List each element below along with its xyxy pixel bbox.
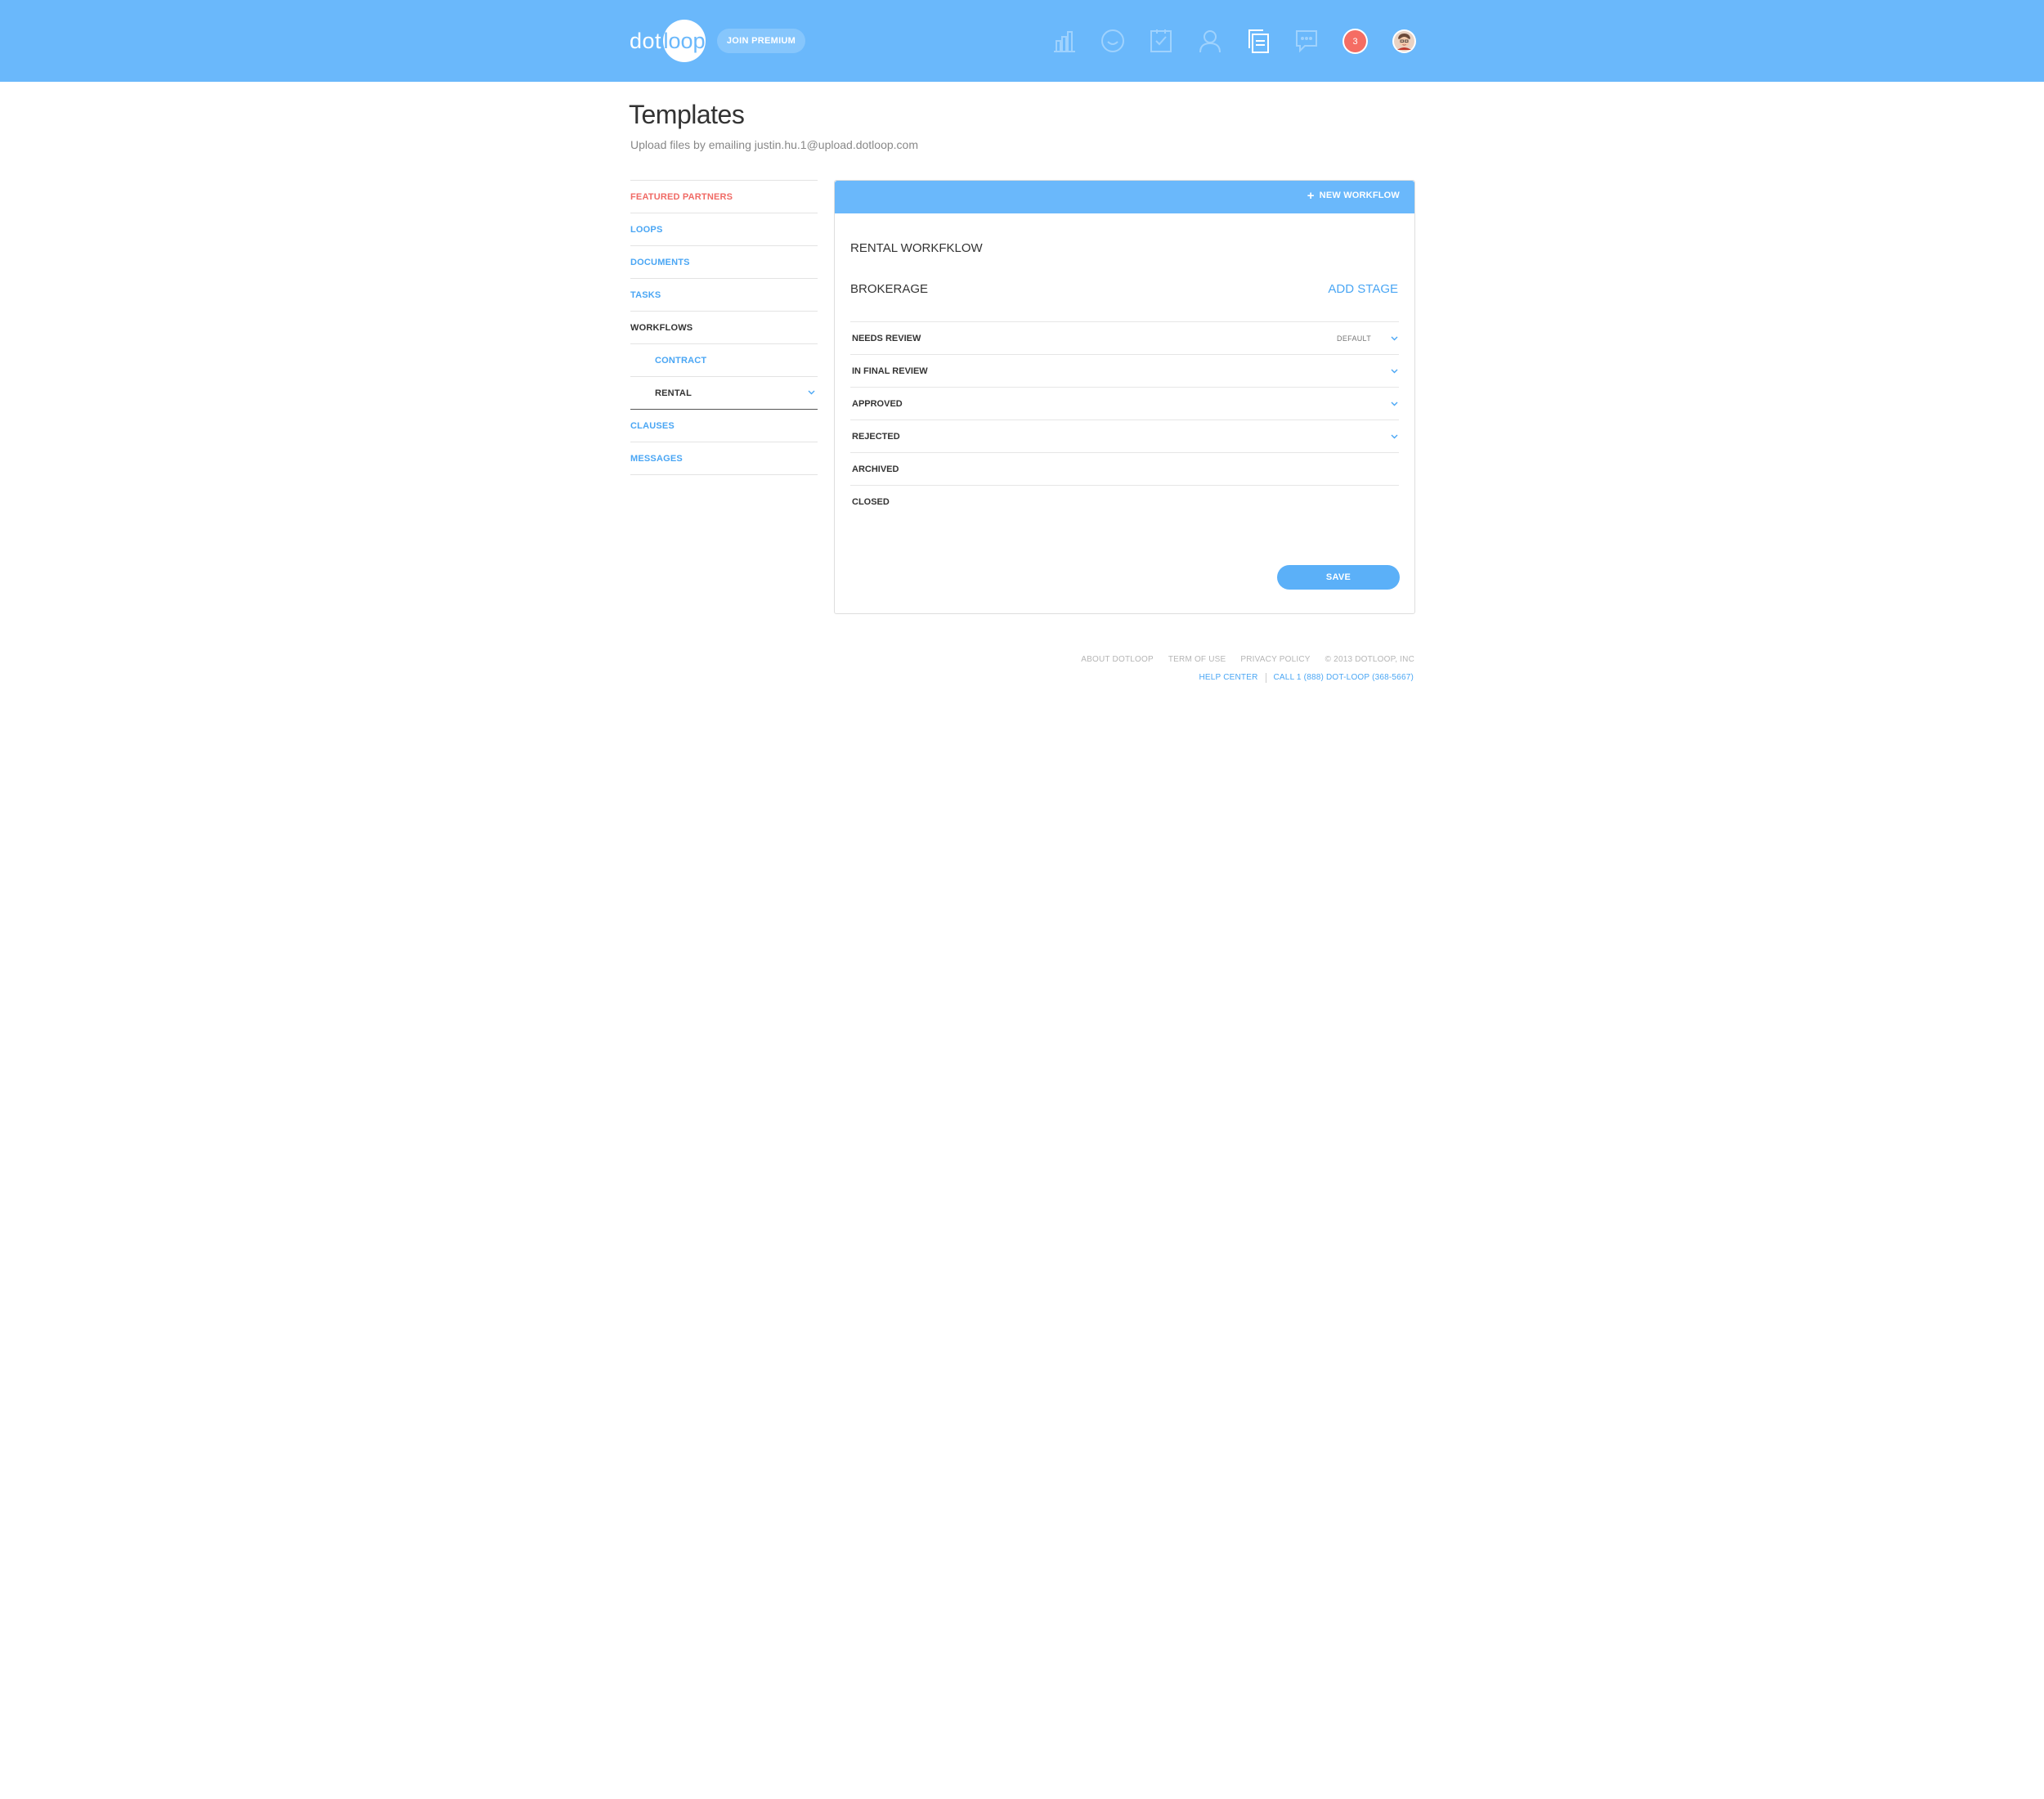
footer-help-center-link[interactable]: HELP CENTER xyxy=(1199,673,1257,683)
footer-terms-link[interactable]: TERM OF USE xyxy=(1168,655,1226,664)
save-button[interactable]: SAVE xyxy=(1277,565,1400,590)
stage-list: NEEDS REVIEW DEFAULT IN FINAL REVIEW APP… xyxy=(850,321,1399,518)
footer-about-link[interactable]: ABOUT DOTLOOP xyxy=(1081,655,1154,664)
stage-row[interactable]: IN FINAL REVIEW xyxy=(850,355,1399,388)
person-icon[interactable] xyxy=(1194,25,1226,57)
stage-label: ARCHIVED xyxy=(852,464,899,474)
add-stage-link[interactable]: ADD STAGE xyxy=(1328,282,1398,296)
avatar-face-icon xyxy=(1394,31,1414,52)
footer-support: HELP CENTER CALL 1 (888) DOT-LOOP (368-5… xyxy=(1199,673,1414,683)
footer-links: ABOUT DOTLOOP TERM OF USE PRIVACY POLICY… xyxy=(1081,655,1414,664)
chevron-down-icon[interactable] xyxy=(1390,399,1399,408)
sidebar-item-loops[interactable]: LOOPS xyxy=(630,213,818,246)
documents-icon[interactable] xyxy=(1242,25,1275,57)
footer-privacy-link[interactable]: PRIVACY POLICY xyxy=(1240,655,1310,664)
sidebar-item-clauses[interactable]: CLAUSES xyxy=(630,410,818,442)
stage-label: NEEDS REVIEW xyxy=(852,333,921,343)
footer-copyright: © 2013 DOTLOOP, INC xyxy=(1325,655,1414,664)
stage-label: IN FINAL REVIEW xyxy=(852,366,928,376)
chat-icon[interactable] xyxy=(1290,25,1323,57)
workflow-title: RENTAL WORKFKLOW xyxy=(850,241,983,255)
sidebar-item-documents[interactable]: DOCUMENTS xyxy=(630,246,818,279)
sidebar-item-tasks[interactable]: TASKS xyxy=(630,279,818,312)
sidebar-subitem-contract[interactable]: CONTRACT xyxy=(630,344,818,377)
new-workflow-label: NEW WORKFLOW xyxy=(1319,191,1400,200)
sidebar-subitem-rental-label: RENTAL xyxy=(655,388,692,398)
stage-row[interactable]: APPROVED xyxy=(850,388,1399,420)
stage-row[interactable]: CLOSED xyxy=(850,486,1399,518)
avatar[interactable] xyxy=(1392,29,1416,53)
logo-circle: loop xyxy=(663,20,706,62)
new-workflow-button[interactable]: + NEW WORKFLOW xyxy=(1307,188,1400,203)
logo-text-loop: loop xyxy=(663,28,706,53)
chart-icon[interactable] xyxy=(1048,25,1081,57)
sidebar-subitem-rental[interactable]: RENTAL xyxy=(630,377,818,410)
sidebar-item-featured-partners[interactable]: FEATURED PARTNERS xyxy=(630,181,818,213)
stage-row[interactable]: ARCHIVED xyxy=(850,453,1399,486)
task-check-icon[interactable] xyxy=(1145,25,1177,57)
section-title-brokerage: BROKERAGE xyxy=(850,282,929,296)
panel-header: + NEW WORKFLOW xyxy=(835,181,1414,213)
sidebar-item-workflows[interactable]: WORKFLOWS xyxy=(630,312,818,344)
chevron-down-icon[interactable] xyxy=(1390,366,1399,375)
chevron-down-icon[interactable] xyxy=(1390,432,1399,441)
stage-row[interactable]: REJECTED xyxy=(850,420,1399,453)
footer-phone-link[interactable]: CALL 1 (888) DOT-LOOP (368-5667) xyxy=(1274,673,1414,683)
notification-badge[interactable]: 3 xyxy=(1344,30,1366,52)
page-title: Templates xyxy=(629,100,745,129)
chevron-down-icon[interactable] xyxy=(1390,334,1399,343)
workflow-panel: + NEW WORKFLOW RENTAL WORKFKLOW BROKERAG… xyxy=(834,180,1415,614)
chevron-down-icon[interactable] xyxy=(807,388,816,397)
stage-label: REJECTED xyxy=(852,431,900,442)
join-premium-button[interactable]: JOIN PREMIUM xyxy=(717,29,805,53)
stage-label: CLOSED xyxy=(852,496,890,507)
stage-row[interactable]: NEEDS REVIEW DEFAULT xyxy=(850,322,1399,355)
stage-label: APPROVED xyxy=(852,398,903,409)
templates-sidebar: FEATURED PARTNERS LOOPS DOCUMENTS TASKS … xyxy=(630,180,818,475)
plus-icon: + xyxy=(1307,188,1315,203)
default-tag: DEFAULT xyxy=(1337,334,1371,343)
dotloop-logo[interactable]: dot loop xyxy=(630,20,706,62)
logo-text-dot: dot xyxy=(630,28,662,53)
sidebar-item-messages[interactable]: MESSAGES xyxy=(630,442,818,475)
top-navigation-bar: dot loop JOIN PREMIUM 3 xyxy=(0,0,2044,82)
smiley-icon[interactable] xyxy=(1096,25,1129,57)
upload-email-hint: Upload files by emailing justin.hu.1@upl… xyxy=(630,138,918,151)
